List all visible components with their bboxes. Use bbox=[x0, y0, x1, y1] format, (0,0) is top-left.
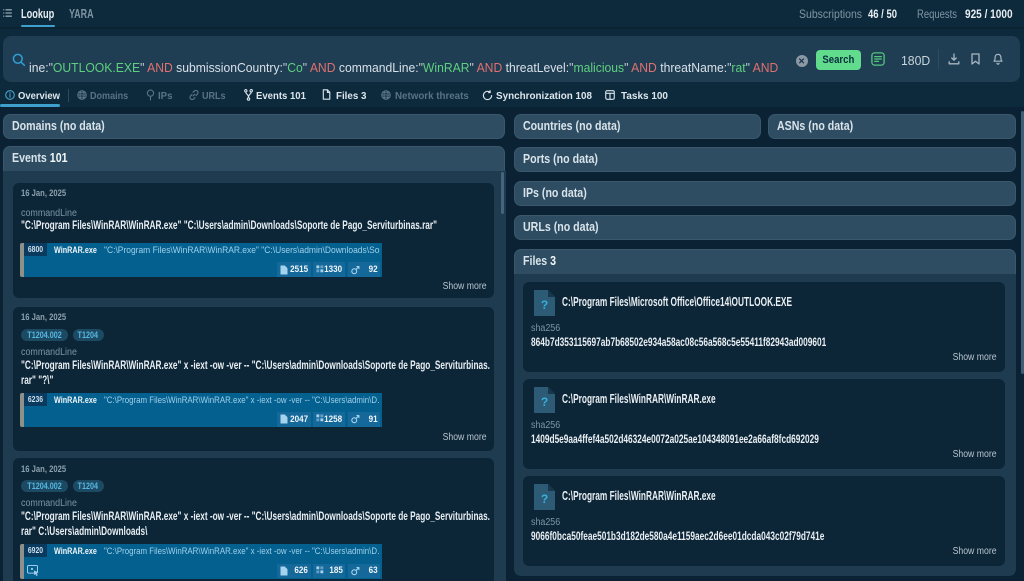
svg-text:?: ? bbox=[541, 395, 548, 409]
svg-text:?: ? bbox=[541, 492, 548, 506]
svg-text:?: ? bbox=[541, 298, 548, 312]
